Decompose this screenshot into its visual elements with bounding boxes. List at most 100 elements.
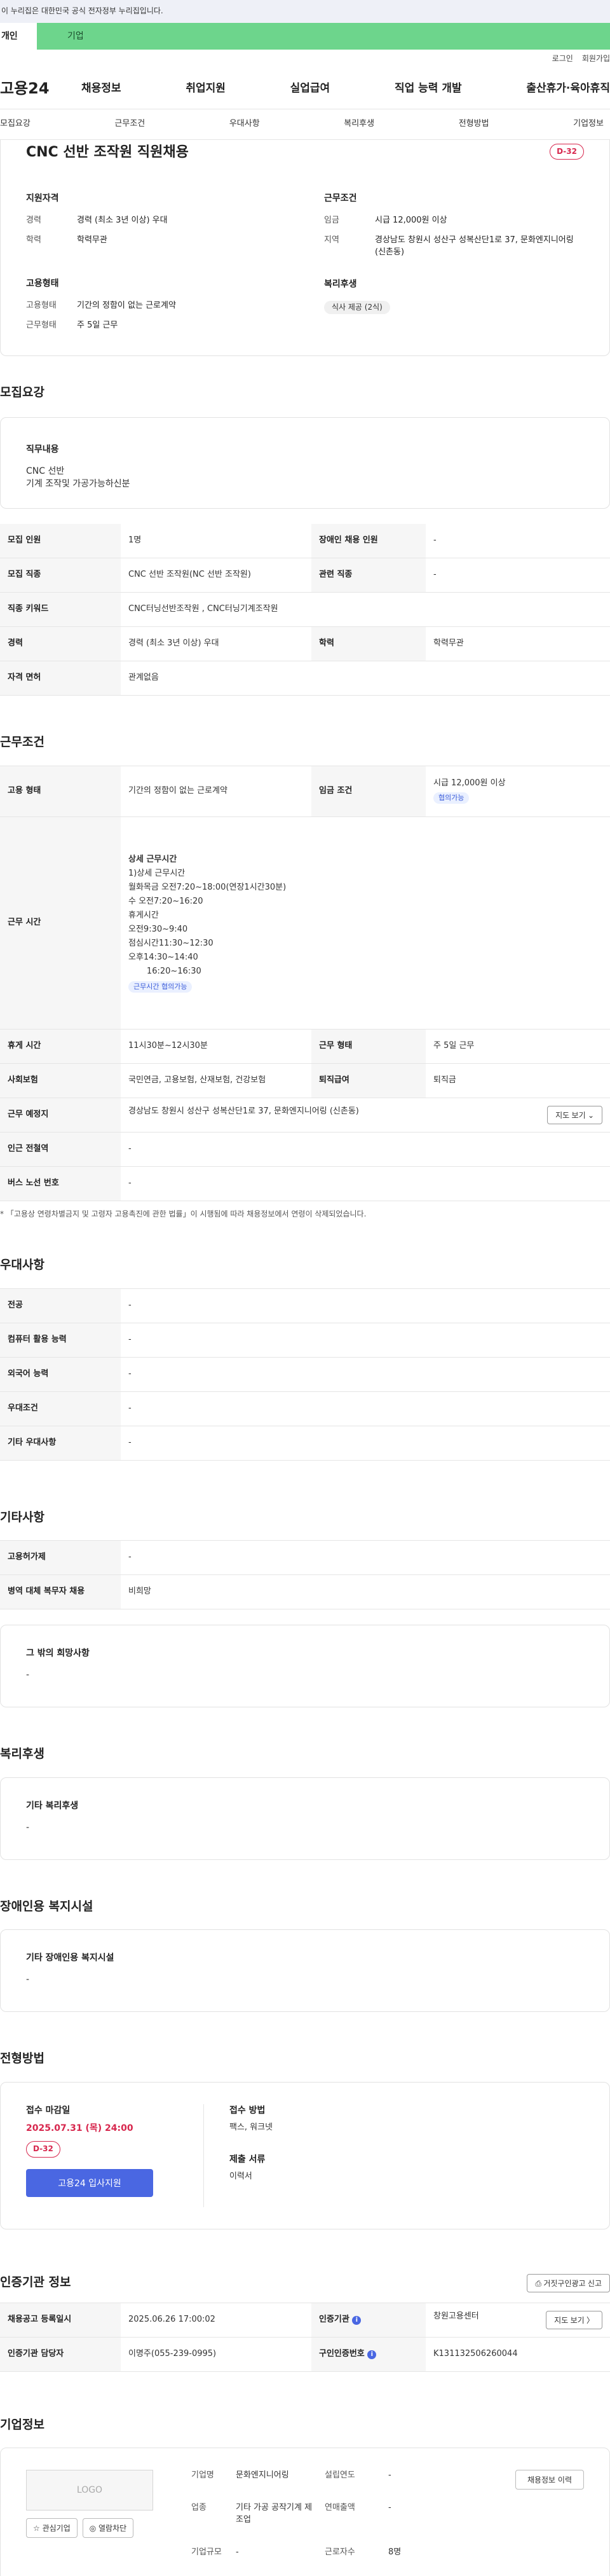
- emp-title: 고용형태: [26, 278, 59, 289]
- anchor-tab-recruit[interactable]: 모집요강: [0, 118, 30, 130]
- edu-label: 학력: [26, 235, 41, 245]
- wage-value: 시급 12,000원 이상: [375, 216, 447, 226]
- work-title: 근무조건: [0, 735, 44, 750]
- wage-row-value: 시급 12,000원 이상: [433, 778, 506, 789]
- qual-title: 지원자격: [26, 193, 59, 203]
- page: 이 누리집은 대한민국 공식 전자정부 누리집입니다. 개인 기업 로그인 회원…: [0, 0, 610, 2576]
- cond-title: 근무조건: [324, 193, 357, 203]
- keyword-label: 직종 키워드: [0, 592, 121, 628]
- join-link[interactable]: 회원가입: [582, 53, 610, 64]
- anchor-tab-process[interactable]: 전형방법: [459, 118, 489, 130]
- company-box: LOGO ☆ 관심기업 ◎ 열람차단 기업명 문화엔지니어링 설립연도 - 업종…: [0, 2448, 610, 2576]
- emp-block: 고용형태 고용형태 기간의 정함이 없는 근로계약 근무형태 주 5일 근무: [26, 277, 286, 332]
- table-row: 근무 시간 상세 근무시간 1)상세 근무시간 월화목금 오전7:20~18:0…: [0, 816, 610, 1030]
- wage-row-cell: 시급 12,000원 이상 협의가능: [426, 766, 610, 817]
- cert-header: 인증기관 정보 ⎙ 거짓구인광고 신고: [0, 2273, 610, 2292]
- form-value: 주 5일 근무: [426, 1029, 610, 1064]
- cert-map-button[interactable]: 지도 보기 〉: [546, 2310, 602, 2329]
- anchor-tab-pref[interactable]: 우대사항: [229, 118, 260, 130]
- nav-item-jobs[interactable]: 채용정보: [81, 81, 121, 97]
- wish-box: 그 밖의 희망사항 -: [0, 1625, 610, 1708]
- table-row: 모집 인원 1명 장애인 채용 인원 -: [0, 523, 610, 559]
- hours-line: 1)상세 근무시간: [128, 868, 186, 878]
- break-value: 11시30분~12시30분: [121, 1029, 311, 1064]
- company-name-value: 문화엔지니어링: [236, 2470, 289, 2481]
- related-label: 관련 직종: [311, 558, 426, 593]
- table-row: 고용 형태 기간의 정함이 없는 근로계약 임금 조건 시급 12,000원 이…: [0, 766, 610, 817]
- lang-value: -: [121, 1357, 610, 1392]
- wage-label: 임금: [324, 216, 339, 226]
- nav-item-training[interactable]: 직업 능력 개발: [395, 81, 462, 97]
- table-row: 외국어 능력 -: [0, 1357, 610, 1392]
- tab-corporate[interactable]: 기업: [37, 23, 610, 50]
- process-box: 접수 마감일 2025.07.31 (목) 24:00 D-32 고용24 입사…: [0, 2081, 610, 2229]
- dday-badge: D-32: [550, 144, 584, 160]
- report-button[interactable]: ⎙ 거짓구인광고 신고: [527, 2273, 610, 2292]
- other-title: 기타사항: [0, 1510, 44, 1524]
- military-label: 병역 대체 복무자 채용: [0, 1574, 121, 1610]
- table-row: 근무 예정지 경상남도 창원시 성산구 성복산단1로 37, 문화엔지니어링 (…: [0, 1098, 610, 1133]
- career-row-value: 경력 (최소 3년 이상) 우대: [121, 626, 311, 662]
- map-view-button[interactable]: 지도 보기 ⌄: [547, 1105, 602, 1124]
- company-name-label: 기업명: [191, 2470, 214, 2481]
- table-row: 경력 경력 (최소 3년 이상) 우대 학력 학력무관: [0, 626, 610, 662]
- major-label: 전공: [0, 1288, 121, 1323]
- worktype-value: 주 5일 근무: [77, 320, 118, 331]
- disabled-value: -: [426, 523, 610, 559]
- table-row: 컴퓨터 활용 능력 -: [0, 1323, 610, 1358]
- method-block: 접수 방법 팩스, 워크넷 제출 서류 이력서: [204, 2104, 273, 2207]
- company-industry-value: 기타 가공 공작기계 제조업: [236, 2503, 313, 2525]
- wish-heading: 그 밖의 희망사항: [26, 1648, 90, 1659]
- cert-org-cell: 창원고용센터 지도 보기 〉: [426, 2303, 610, 2338]
- disabled-label: 장애인 채용 인원: [311, 523, 426, 559]
- pref-title: 우대사항: [0, 1257, 44, 1272]
- hours-cell: 상세 근무시간 1)상세 근무시간 월화목금 오전7:20~18:00(연장1시…: [121, 816, 610, 1030]
- job-history-button[interactable]: 채용정보 이력: [515, 2470, 584, 2490]
- company-buttons: ☆ 관심기업 ◎ 열람차단: [26, 2518, 153, 2538]
- hours-line: 수 오전7:20~16:20: [128, 896, 203, 906]
- hours-line: 휴게시간: [128, 910, 159, 920]
- hours-line: 오전9:30~9:40: [128, 924, 188, 934]
- bus-label: 버스 노선 번호: [0, 1166, 121, 1201]
- login-link[interactable]: 로그인: [552, 53, 573, 64]
- duty-box: 직무내용 CNC 선반 기계 조작및 가공가능하신분: [0, 417, 610, 509]
- table-row: 기타 우대사항 -: [0, 1426, 610, 1461]
- insure-value: 국민연금, 고용보험, 산재보험, 건강보험: [121, 1063, 311, 1098]
- permit-label: 고용허가제: [0, 1540, 121, 1576]
- count-label: 모집 인원: [0, 523, 121, 559]
- process-title: 전형방법: [0, 2051, 44, 2066]
- info-icon[interactable]: i: [352, 2315, 362, 2325]
- permit-value: -: [121, 1540, 610, 1576]
- company-size-value: -: [236, 2547, 239, 2558]
- disabled-box: 기타 장애인용 복지시설 -: [0, 1929, 610, 2013]
- tab-personal[interactable]: 개인: [0, 23, 37, 50]
- anchor-tab-company[interactable]: 기업정보: [573, 118, 604, 130]
- qual-block: 지원자격 경력 경력 (최소 3년 이상) 우대 학력 학력무관: [26, 192, 286, 247]
- company-year-label: 설립연도: [325, 2470, 355, 2481]
- pref-cond-value: -: [121, 1391, 610, 1426]
- apply-button[interactable]: 고용24 입사지원: [26, 2168, 153, 2197]
- report-button-label: 거짓구인광고 신고: [543, 2278, 602, 2288]
- block-company-button[interactable]: ◎ 열람차단: [82, 2518, 134, 2538]
- logo[interactable]: 고용24: [0, 78, 81, 100]
- hours-line: 16:20~16:30: [128, 966, 201, 976]
- nav-item-leave[interactable]: 출산휴가·육아휴직: [526, 81, 610, 97]
- job-label: 모집 직종: [0, 558, 121, 593]
- wage-row-label: 임금 조건: [311, 766, 426, 817]
- tab-corporate-label: 기업: [67, 31, 84, 41]
- favorite-company-button[interactable]: ☆ 관심기업: [26, 2518, 78, 2538]
- hours-line: 월화목금 오전7:20~18:00(연장1시간30분): [128, 882, 287, 892]
- table-row: 직종 키워드 CNC터닝선반조작원 , CNC터닝기계조작원: [0, 592, 610, 628]
- util-bar: 로그인 회원가입: [0, 50, 610, 69]
- anchor-tab-welfare[interactable]: 복리후생: [344, 118, 374, 130]
- method-value: 팩스, 워크넷: [229, 2123, 273, 2133]
- nav-item-unemployment[interactable]: 실업급여: [290, 81, 330, 97]
- info-icon[interactable]: i: [367, 2350, 377, 2359]
- table-row: 고용허가제 -: [0, 1540, 610, 1576]
- pc-label: 컴퓨터 활용 능력: [0, 1323, 121, 1358]
- form-label: 근무 형태: [311, 1029, 426, 1064]
- license-value: 관계없음: [121, 661, 610, 696]
- nav-item-employment-support[interactable]: 취업지원: [186, 81, 226, 97]
- method-heading: 접수 방법: [229, 2105, 266, 2116]
- anchor-tab-work[interactable]: 근무조건: [114, 118, 145, 130]
